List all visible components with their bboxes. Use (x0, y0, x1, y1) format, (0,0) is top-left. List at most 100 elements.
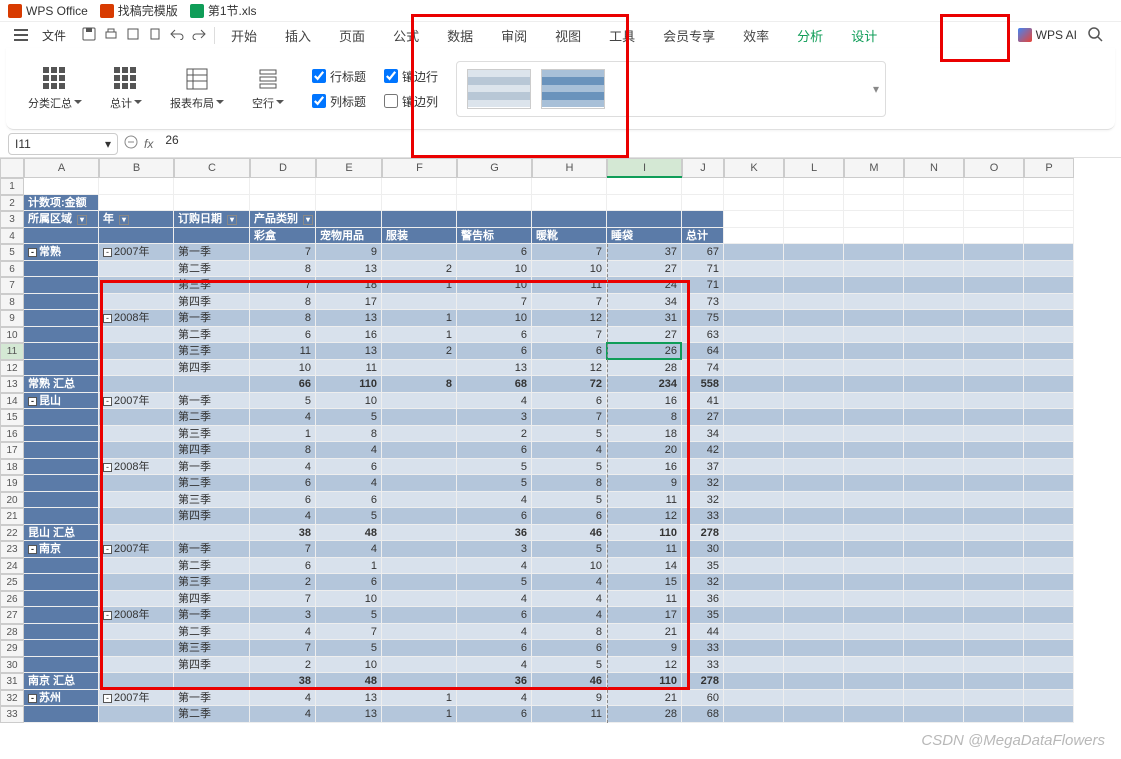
row-header[interactable]: 10 (0, 327, 24, 344)
row-header[interactable]: 14 (0, 393, 24, 410)
row-header[interactable]: 17 (0, 442, 24, 459)
col-header[interactable]: L (784, 158, 844, 178)
row-header[interactable]: 5 (0, 244, 24, 261)
tab-11[interactable]: 设计 (837, 20, 891, 51)
row-header[interactable]: 19 (0, 475, 24, 492)
col-header[interactable]: P (1024, 158, 1074, 178)
col-header[interactable]: M (844, 158, 904, 178)
tab-10[interactable]: 分析 (783, 20, 837, 51)
row-header[interactable]: 27 (0, 607, 24, 624)
row-header[interactable]: 7 (0, 277, 24, 294)
gallery-more-icon[interactable]: ▾ (873, 82, 879, 96)
col-header[interactable]: G (457, 158, 532, 178)
style-thumb-1[interactable] (467, 69, 531, 109)
col-header[interactable]: H (532, 158, 607, 178)
row-header[interactable]: 3 (0, 211, 24, 228)
cell-reference[interactable]: I11▾ (8, 133, 118, 155)
row-header[interactable]: 16 (0, 426, 24, 443)
col-header[interactable]: F (382, 158, 457, 178)
col-header[interactable]: I (607, 158, 682, 178)
spreadsheet[interactable]: ABCDEFGHIJKLMNOP 12345678910111213141516… (0, 158, 1121, 759)
print-icon[interactable] (104, 27, 118, 44)
paste-icon[interactable] (148, 27, 162, 44)
col-header[interactable]: K (724, 158, 784, 178)
formula-input[interactable]: 26 (159, 133, 1113, 155)
fx-label[interactable]: fx (144, 137, 153, 151)
quarter-label: 第一季 (174, 310, 250, 327)
preview-icon[interactable] (126, 27, 140, 44)
row-header[interactable]: 4 (0, 228, 24, 245)
tab-1[interactable]: 插入 (271, 20, 325, 51)
col-header[interactable]: N (904, 158, 964, 178)
file-menu[interactable]: 文件 (36, 23, 72, 48)
grandtotal-button[interactable]: 总计 (100, 67, 152, 111)
row-header[interactable]: 31 (0, 673, 24, 690)
layout-button[interactable]: 报表布局 (160, 67, 234, 111)
grid[interactable]: 计数项:金额所属区域 ▾年 ▾订购日期 ▾产品类别 ▾彩盒宠物用品服装警告标暖靴… (24, 178, 1074, 723)
row-header[interactable]: 15 (0, 409, 24, 426)
tab-9[interactable]: 效率 (729, 20, 783, 51)
col-header[interactable]: E (316, 158, 382, 178)
wps-ai-button[interactable]: WPS AI (1018, 28, 1077, 42)
search-icon[interactable] (1087, 26, 1103, 45)
col-header[interactable]: J (682, 158, 724, 178)
tab-0[interactable]: 开始 (217, 20, 271, 51)
menu-icon[interactable] (8, 25, 34, 45)
tab-5[interactable]: 审阅 (487, 20, 541, 51)
row-header[interactable]: 8 (0, 294, 24, 311)
row-header[interactable]: 28 (0, 624, 24, 641)
file-tab[interactable]: 第1节.xls (190, 2, 257, 19)
style-thumb-2[interactable] (541, 69, 605, 109)
row-header[interactable]: 20 (0, 492, 24, 509)
col-header[interactable]: O (964, 158, 1024, 178)
chevron-down-icon[interactable]: ▾ (105, 137, 111, 151)
banded-row-check[interactable]: 镶边行 (384, 68, 438, 85)
tab-8[interactable]: 会员专享 (649, 20, 729, 51)
date-field[interactable]: 订购日期 ▾ (174, 211, 250, 228)
row-header[interactable]: 30 (0, 657, 24, 674)
row-header[interactable]: 24 (0, 558, 24, 575)
row-header[interactable]: 25 (0, 574, 24, 591)
col-header[interactable]: C (174, 158, 250, 178)
recent-doc[interactable]: 找稿完模版 (100, 2, 178, 19)
tab-7[interactable]: 工具 (595, 20, 649, 51)
row-headers[interactable]: 1234567891011121314151617181920212223242… (0, 178, 24, 723)
tab-2[interactable]: 页面 (325, 20, 379, 51)
row-header-check[interactable]: 行标题 (312, 68, 366, 85)
row-header[interactable]: 2 (0, 195, 24, 212)
col-header[interactable]: D (250, 158, 316, 178)
row-header[interactable]: 11 (0, 343, 24, 360)
row-header[interactable]: 6 (0, 261, 24, 278)
col-header[interactable]: B (99, 158, 174, 178)
row-header[interactable]: 18 (0, 459, 24, 476)
row-header[interactable]: 22 (0, 525, 24, 542)
undo-icon[interactable] (170, 28, 184, 43)
row-header[interactable]: 33 (0, 706, 24, 723)
region-field[interactable]: 所属区域 ▾ (24, 211, 99, 228)
banded-col-check[interactable]: 镶边列 (384, 93, 438, 110)
row-header[interactable]: 29 (0, 640, 24, 657)
row-header[interactable]: 9 (0, 310, 24, 327)
row-header[interactable]: 13 (0, 376, 24, 393)
redo-icon[interactable] (192, 28, 206, 43)
col-header[interactable]: A (24, 158, 99, 178)
blankrow-button[interactable]: 空行 (242, 67, 294, 111)
row-header[interactable]: 26 (0, 591, 24, 608)
col-header-check[interactable]: 列标题 (312, 93, 366, 110)
tab-6[interactable]: 视图 (541, 20, 595, 51)
cancel-icon[interactable] (124, 135, 138, 152)
tab-4[interactable]: 数据 (433, 20, 487, 51)
style-gallery[interactable]: ▾ (456, 61, 886, 117)
row-header[interactable]: 21 (0, 508, 24, 525)
row-header[interactable]: 1 (0, 178, 24, 195)
subtotal-button[interactable]: 分类汇总 (18, 67, 92, 111)
row-header[interactable]: 12 (0, 360, 24, 377)
year-field[interactable]: 年 ▾ (99, 211, 174, 228)
row-header[interactable]: 23 (0, 541, 24, 558)
save-icon[interactable] (82, 27, 96, 44)
select-all-corner[interactable] (0, 158, 24, 178)
category-field[interactable]: 产品类别 ▾ (250, 211, 316, 228)
row-header[interactable]: 32 (0, 690, 24, 707)
column-headers[interactable]: ABCDEFGHIJKLMNOP (24, 158, 1074, 178)
tab-3[interactable]: 公式 (379, 20, 433, 51)
